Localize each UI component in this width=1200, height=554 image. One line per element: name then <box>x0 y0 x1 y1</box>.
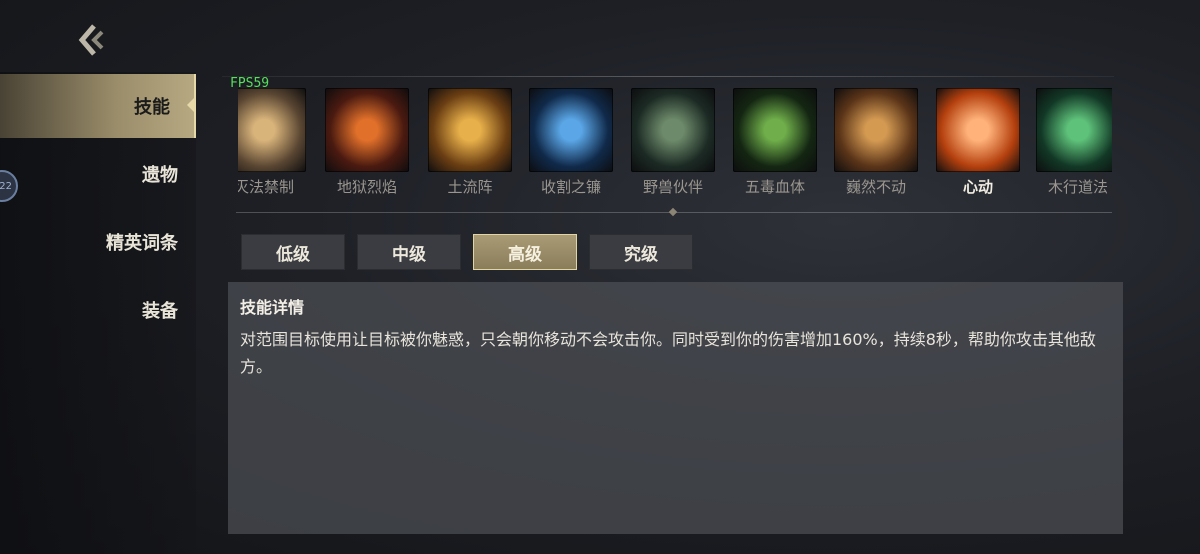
skill-name: 巍然不动 <box>845 178 906 196</box>
skill-name: 灭法禁制 <box>238 178 294 196</box>
skill-name: 心动 <box>962 178 993 196</box>
skill-name: 木行道法 <box>1047 178 1108 196</box>
wood-vortex-icon <box>1036 88 1112 172</box>
skill-item[interactable]: 收割之镰 <box>529 88 613 197</box>
skill-item-selected[interactable]: 心动 <box>936 88 1020 197</box>
skill-list[interactable]: 灭法禁制 地狱烈焰 土流阵 收割之镰 野兽伙伴 五毒血体 巍然不动 心动 木行道… <box>238 88 1112 200</box>
skill-name: 收割之镰 <box>540 178 601 196</box>
skill-name: 野兽伙伴 <box>642 178 703 196</box>
active-indicator-icon <box>187 96 196 114</box>
sidebar-item-label: 装备 <box>142 301 178 322</box>
category-sidebar: 技能 遗物 精英词条 装备 <box>0 72 196 554</box>
detail-description: 对范围目标使用让目标被你魅惑，只会朝你移动不会攻击你。同时受到你的伤害增加160… <box>240 330 1096 376</box>
earth-ring-icon <box>428 88 512 172</box>
sidebar-item-elite-affixes[interactable]: 精英词条 <box>0 210 196 274</box>
skill-item[interactable]: 木行道法 <box>1036 88 1112 197</box>
sidebar-item-label: 精英词条 <box>106 233 178 254</box>
skill-item[interactable]: 巍然不动 <box>834 88 918 197</box>
sidebar-item-label: 技能 <box>134 97 170 118</box>
tab-tier-low[interactable]: 低级 <box>241 234 345 270</box>
skill-item[interactable]: 五毒血体 <box>733 88 817 197</box>
sidebar-item-skills[interactable]: 技能 <box>0 74 196 138</box>
skill-name: 五毒血体 <box>744 178 805 196</box>
skill-item[interactable]: 地狱烈焰 <box>325 88 409 197</box>
skill-item[interactable]: 灭法禁制 <box>238 88 306 197</box>
skill-item[interactable]: 野兽伙伴 <box>631 88 715 197</box>
back-button[interactable] <box>72 22 112 58</box>
tab-tier-mid[interactable]: 中级 <box>357 234 461 270</box>
sidebar-item-relics[interactable]: 遗物 <box>0 142 196 206</box>
top-divider <box>222 76 1114 77</box>
avatar-badge: 22 <box>0 180 12 192</box>
sidebar-item-label: 遗物 <box>142 165 178 186</box>
beast-companion-icon <box>631 88 715 172</box>
skill-name: 土流阵 <box>447 178 493 196</box>
skill-detail-panel: 技能详情 对范围目标使用让目标被你魅惑，只会朝你移动不会攻击你。同时受到你的伤害… <box>228 282 1123 534</box>
tab-tier-ultimate[interactable]: 究级 <box>589 234 693 270</box>
poison-body-icon <box>733 88 817 172</box>
heart-charm-icon <box>936 88 1020 172</box>
arcane-seal-icon <box>238 88 306 172</box>
tier-tabs: 低级 中级 高级 究级 <box>241 234 693 270</box>
tab-tier-high[interactable]: 高级 <box>473 234 577 270</box>
stone-shield-icon <box>834 88 918 172</box>
hellfire-icon <box>325 88 409 172</box>
reaper-scythe-icon <box>529 88 613 172</box>
sidebar-item-equipment[interactable]: 装备 <box>0 278 196 342</box>
detail-title: 技能详情 <box>240 298 305 317</box>
back-chevron-icon <box>78 24 104 56</box>
skill-item[interactable]: 土流阵 <box>428 88 512 197</box>
divider-ornament-icon <box>668 207 678 217</box>
skill-name: 地狱烈焰 <box>336 178 397 196</box>
